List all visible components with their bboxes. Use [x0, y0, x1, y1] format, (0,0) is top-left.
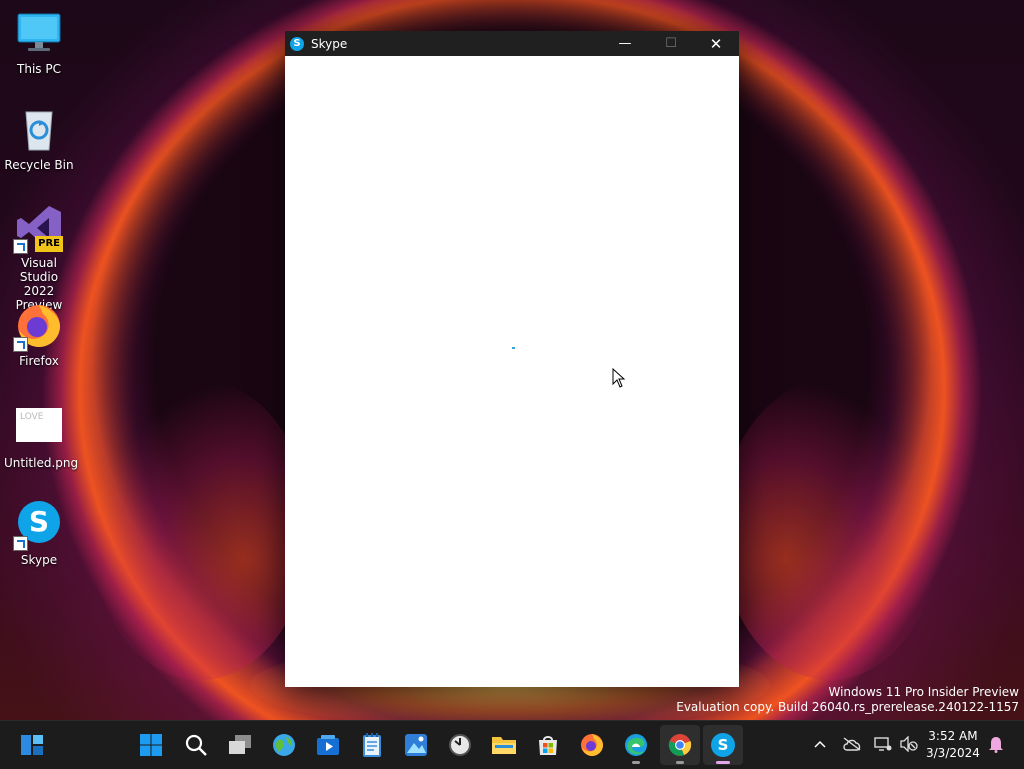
- notepad-icon: [363, 733, 381, 757]
- taskbar-app-file-explorer[interactable]: [484, 725, 524, 765]
- active-indicator: [716, 761, 730, 764]
- widgets-board-icon: [21, 735, 43, 755]
- desktop-icon-label: Recycle Bin: [4, 158, 74, 172]
- show-hidden-icons-button[interactable]: [809, 733, 831, 755]
- chevron-up-icon: [814, 740, 826, 748]
- globe-app-icon: [273, 734, 295, 756]
- recycle-bin-icon: [15, 106, 63, 154]
- taskbar-app-store[interactable]: [528, 725, 568, 765]
- taskbar: S 3:52 AM 3/3/2024: [0, 720, 1024, 769]
- skype-icon: S: [711, 733, 735, 757]
- cloud-off-icon: [843, 737, 861, 751]
- window-title: Skype: [311, 36, 348, 51]
- monitor-icon: [15, 10, 63, 58]
- wallpaper-glow-right: [720, 380, 940, 680]
- taskbar-app-photos[interactable]: [396, 725, 436, 765]
- wallpaper-glow-left: [90, 380, 310, 680]
- taskbar-app-copilot[interactable]: [264, 725, 304, 765]
- desktop-icon-label: Skype: [20, 553, 58, 567]
- taskbar-app-clock[interactable]: [440, 725, 480, 765]
- desktop-icon-firefox[interactable]: Firefox: [4, 302, 74, 368]
- store-icon: [539, 736, 557, 755]
- pre-badge: PRE: [35, 236, 63, 252]
- widgets-button[interactable]: [12, 725, 52, 765]
- desktop-icon-label: This PC: [17, 62, 61, 76]
- start-icon: [140, 734, 162, 756]
- thumbnail-text: LOVE: [20, 412, 44, 422]
- task-view-icon: [229, 735, 251, 754]
- desktop-icon-this-pc[interactable]: This PC: [4, 10, 74, 76]
- desktop-icon-label: Firefox: [19, 354, 59, 368]
- visual-studio-icon: PRE: [13, 204, 63, 254]
- image-thumbnail: LOVE: [16, 408, 62, 442]
- bell-icon: [989, 737, 1003, 753]
- maximize-button[interactable]: ☐: [648, 31, 694, 56]
- watermark-line1: Windows 11 Pro Insider Preview: [828, 685, 1019, 699]
- skype-app-icon: S: [290, 36, 304, 51]
- clock-time: 3:52 AM: [928, 729, 978, 743]
- clock-date: 3/3/2024: [926, 746, 980, 760]
- desktop-icon-visual-studio[interactable]: PRE Visual Studio 2022 Preview: [4, 204, 74, 312]
- firefox-icon: [13, 302, 63, 352]
- minimize-button[interactable]: —: [602, 31, 648, 56]
- volume-muted-icon: [900, 736, 918, 752]
- desktop-icon-untitled-png[interactable]: LOVE Untitled.png: [4, 408, 79, 470]
- network-tray-button[interactable]: [872, 733, 894, 755]
- close-button[interactable]: ✕: [693, 31, 739, 56]
- photos-icon: [405, 734, 427, 756]
- task-view-button[interactable]: [220, 725, 260, 765]
- running-indicator: [676, 761, 684, 764]
- watermark-line2: Evaluation copy. Build 26040.rs_prerelea…: [676, 700, 1019, 714]
- firefox-icon: [581, 734, 603, 756]
- taskbar-app-skype[interactable]: S: [703, 725, 743, 765]
- skype-icon: S: [13, 501, 63, 551]
- desktop-icon-skype[interactable]: S Skype: [4, 498, 74, 567]
- clock-icon: [449, 734, 471, 756]
- file-explorer-icon: [492, 737, 516, 754]
- shortcut-arrow-icon: [13, 239, 28, 254]
- search-icon: [185, 734, 207, 756]
- shortcut-arrow-icon: [13, 337, 28, 352]
- start-button[interactable]: [131, 725, 171, 765]
- taskbar-app-firefox[interactable]: [572, 725, 612, 765]
- desktop-icon-recycle-bin[interactable]: Recycle Bin: [4, 106, 74, 172]
- system-clock[interactable]: 3:52 AM 3/3/2024: [926, 728, 980, 762]
- desktop-icon-label: Untitled.png: [4, 456, 79, 470]
- evaluation-watermark: Windows 11 Pro Insider Preview Evaluatio…: [676, 685, 1019, 715]
- skype-window[interactable]: S Skype — ☐ ✕: [285, 31, 739, 687]
- taskbar-app-chrome[interactable]: [660, 725, 700, 765]
- media-player-icon: [317, 735, 339, 755]
- taskbar-app-notepad[interactable]: [352, 725, 392, 765]
- shortcut-arrow-icon: [13, 536, 28, 551]
- onedrive-tray-button[interactable]: [841, 733, 863, 755]
- network-icon: [874, 737, 892, 751]
- loading-spinner: [512, 347, 515, 349]
- search-button[interactable]: [176, 725, 216, 765]
- taskbar-app-media-player[interactable]: [308, 725, 348, 765]
- volume-tray-button[interactable]: [898, 733, 920, 755]
- chrome-icon: [668, 734, 692, 756]
- running-indicator: [632, 761, 640, 764]
- window-titlebar[interactable]: S Skype — ☐ ✕: [285, 31, 739, 56]
- taskbar-app-edge[interactable]: [616, 725, 656, 765]
- notifications-button[interactable]: [985, 733, 1007, 755]
- edge-icon: [625, 734, 647, 756]
- mouse-cursor-icon: [612, 368, 626, 388]
